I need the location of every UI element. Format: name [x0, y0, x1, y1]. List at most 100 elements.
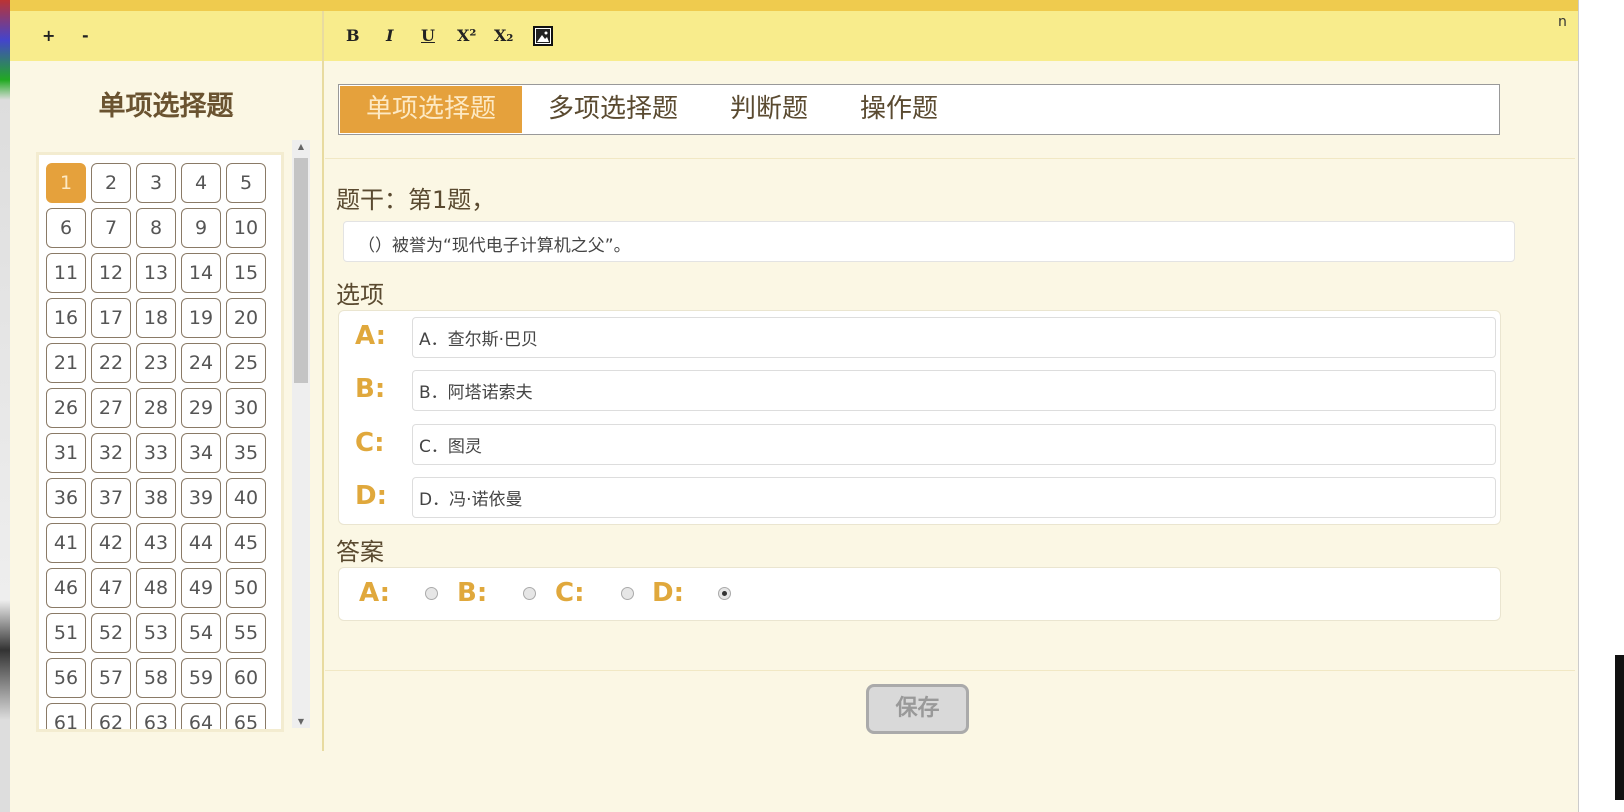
tab-single-choice[interactable]: 单项选择题: [340, 86, 523, 133]
answer-letter: A:: [359, 578, 391, 608]
question-number-button[interactable]: 61: [46, 703, 86, 729]
question-number-button[interactable]: 44: [181, 523, 221, 563]
question-number-button[interactable]: 54: [181, 613, 221, 653]
scrollbar[interactable]: ▲ ▼: [292, 140, 310, 728]
panel-divider: [322, 11, 324, 751]
question-number-button[interactable]: 33: [136, 433, 176, 473]
question-number-button[interactable]: 47: [91, 568, 131, 608]
question-number-button[interactable]: 20: [226, 298, 266, 338]
question-number-button[interactable]: 65: [226, 703, 266, 729]
question-stem-input[interactable]: （）被誉为“现代电子计算机之父”。: [343, 221, 1515, 262]
question-number-button[interactable]: 43: [136, 523, 176, 563]
question-number-button[interactable]: 3: [136, 163, 176, 203]
zoom-in-button[interactable]: +: [42, 26, 55, 45]
bold-button[interactable]: B: [346, 26, 360, 45]
question-number-button[interactable]: 17: [91, 298, 131, 338]
tab-multiple-choice[interactable]: 多项选择题: [522, 86, 704, 133]
question-number-button[interactable]: 46: [46, 568, 86, 608]
question-number-button[interactable]: 16: [46, 298, 86, 338]
question-number-button[interactable]: 4: [181, 163, 221, 203]
question-number-button[interactable]: 53: [136, 613, 176, 653]
question-number-button[interactable]: 28: [136, 388, 176, 428]
option-b-input[interactable]: B．阿塔诺索夫: [412, 370, 1496, 411]
option-d-input[interactable]: D．冯·诺依曼: [412, 477, 1496, 518]
question-number-button[interactable]: 52: [91, 613, 131, 653]
tab-true-false[interactable]: 判断题: [704, 86, 834, 133]
question-number-button[interactable]: 26: [46, 388, 86, 428]
answer-c-radio[interactable]: [621, 586, 634, 600]
question-number-button[interactable]: 31: [46, 433, 86, 473]
question-number-button[interactable]: 40: [226, 478, 266, 518]
question-number-button[interactable]: 42: [91, 523, 131, 563]
question-number-button[interactable]: 14: [181, 253, 221, 293]
question-number-button[interactable]: 8: [136, 208, 176, 248]
top-bar: [10, 0, 1615, 11]
question-number-button[interactable]: 9: [181, 208, 221, 248]
question-number-button[interactable]: 58: [136, 658, 176, 698]
scrollbar-thumb[interactable]: [294, 158, 308, 383]
option-c-input[interactable]: C．图灵: [412, 424, 1496, 465]
question-number-button[interactable]: 11: [46, 253, 86, 293]
question-number-button[interactable]: 51: [46, 613, 86, 653]
question-number-button[interactable]: 63: [136, 703, 176, 729]
answer-label: 答案: [336, 538, 384, 566]
save-button[interactable]: 保存: [866, 684, 969, 734]
underline-button[interactable]: U: [421, 26, 435, 45]
question-number-button[interactable]: 57: [91, 658, 131, 698]
tab-operation[interactable]: 操作题: [834, 86, 964, 133]
answer-d-radio[interactable]: [718, 586, 731, 600]
zoom-out-button[interactable]: -: [82, 26, 89, 45]
question-number-button[interactable]: 7: [91, 208, 131, 248]
question-number-button[interactable]: 23: [136, 343, 176, 383]
question-number-button[interactable]: 6: [46, 208, 86, 248]
question-number-button[interactable]: 49: [181, 568, 221, 608]
scroll-down-arrow[interactable]: ▼: [292, 717, 310, 726]
question-number-button[interactable]: 60: [226, 658, 266, 698]
question-number-button[interactable]: 12: [91, 253, 131, 293]
question-number-button[interactable]: 18: [136, 298, 176, 338]
question-number-button[interactable]: 27: [91, 388, 131, 428]
option-letter: D:: [355, 481, 387, 511]
question-number-button[interactable]: 41: [46, 523, 86, 563]
question-number-button[interactable]: 59: [181, 658, 221, 698]
question-number-button[interactable]: 15: [226, 253, 266, 293]
question-number-button[interactable]: 34: [181, 433, 221, 473]
image-icon[interactable]: [533, 26, 553, 46]
question-number-button[interactable]: 21: [46, 343, 86, 383]
question-number-button[interactable]: 64: [181, 703, 221, 729]
option-row-a: A: A．查尔斯·巴贝: [339, 311, 1500, 364]
question-number-button[interactable]: 19: [181, 298, 221, 338]
question-number-button[interactable]: 30: [226, 388, 266, 428]
question-number-button[interactable]: 5: [226, 163, 266, 203]
question-number-button[interactable]: 22: [91, 343, 131, 383]
question-number-button[interactable]: 10: [226, 208, 266, 248]
question-number-button[interactable]: 55: [226, 613, 266, 653]
question-number-button[interactable]: 39: [181, 478, 221, 518]
question-number-button[interactable]: 35: [226, 433, 266, 473]
question-number-button[interactable]: 62: [91, 703, 131, 729]
question-number-button[interactable]: 24: [181, 343, 221, 383]
question-number-button[interactable]: 29: [181, 388, 221, 428]
options-box: A: A．查尔斯·巴贝 B: B．阿塔诺索夫 C: C．图灵 D: D．冯·诺依曼: [338, 310, 1501, 525]
question-number-button[interactable]: 37: [91, 478, 131, 518]
question-number-button[interactable]: 13: [136, 253, 176, 293]
question-number-button[interactable]: 56: [46, 658, 86, 698]
option-a-input[interactable]: A．查尔斯·巴贝: [412, 317, 1496, 358]
question-number-button[interactable]: 38: [136, 478, 176, 518]
question-number-button[interactable]: 48: [136, 568, 176, 608]
question-number-button[interactable]: 32: [91, 433, 131, 473]
question-number-button[interactable]: 25: [226, 343, 266, 383]
subscript-button[interactable]: X₂: [494, 26, 513, 45]
answer-a-radio[interactable]: [425, 586, 438, 600]
answer-letter: B:: [457, 578, 488, 608]
question-number-button[interactable]: 50: [226, 568, 266, 608]
option-letter: B:: [355, 374, 386, 404]
superscript-button[interactable]: X²: [457, 26, 476, 45]
scroll-up-arrow[interactable]: ▲: [292, 142, 310, 151]
question-number-button[interactable]: 1: [46, 163, 86, 203]
italic-button[interactable]: I: [386, 26, 393, 45]
question-number-button[interactable]: 2: [91, 163, 131, 203]
answer-b-radio[interactable]: [523, 586, 536, 600]
question-number-button[interactable]: 45: [226, 523, 266, 563]
question-number-button[interactable]: 36: [46, 478, 86, 518]
